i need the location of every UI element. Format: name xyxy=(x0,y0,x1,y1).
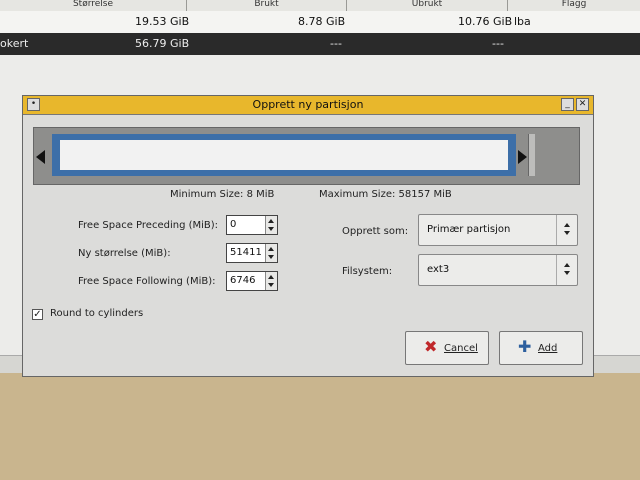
row-size: 19.53 GiB xyxy=(135,15,190,28)
close-icon[interactable]: ✕ xyxy=(576,98,589,111)
row-unused: --- xyxy=(492,37,504,50)
column-header-unused[interactable]: Ubrukt xyxy=(347,0,508,11)
row-size: 56.79 GiB xyxy=(135,37,190,50)
column-header-used[interactable]: Brukt xyxy=(187,0,347,11)
create-as-label: Opprett som: xyxy=(342,226,409,237)
new-size-label: Ny størrelse (MiB): xyxy=(78,248,171,259)
row-label: okert xyxy=(0,37,29,50)
table-row[interactable]: 19.53 GiB 8.78 GiB 10.76 GiB lba xyxy=(0,11,640,33)
free-space-following-value[interactable]: 6746 xyxy=(230,275,255,286)
new-size-value[interactable]: 51411 xyxy=(230,247,262,258)
free-space-following-spinner[interactable]: 6746 xyxy=(226,271,278,291)
combo-toggle-icon[interactable] xyxy=(556,255,577,285)
free-space-preceding-spinner[interactable]: 0 xyxy=(226,215,278,235)
column-header-flags[interactable]: Flagg xyxy=(508,0,640,11)
new-size-spinner[interactable]: 51411 xyxy=(226,243,278,263)
dialog-title: Opprett ny partisjon xyxy=(252,98,364,111)
free-space-following-block xyxy=(528,134,535,176)
cancel-button[interactable]: ✖ Cancel xyxy=(405,331,489,365)
maximum-size-label: Maximum Size: 58157 MiB xyxy=(319,189,452,200)
cancel-button-label: Cancel xyxy=(444,343,478,354)
free-space-following-label: Free Space Following (MiB): xyxy=(78,276,216,287)
free-space-preceding-label: Free Space Preceding (MiB): xyxy=(78,220,219,231)
free-space-preceding-value[interactable]: 0 xyxy=(230,219,236,230)
filesystem-value: ext3 xyxy=(427,264,450,275)
table-row-selected[interactable]: okert 56.79 GiB --- --- xyxy=(0,33,640,55)
resize-left-handle-icon[interactable] xyxy=(36,150,45,164)
spinner-arrows-icon[interactable] xyxy=(265,272,277,290)
create-as-combobox[interactable]: Primær partisjon xyxy=(418,214,578,246)
resize-right-handle-icon[interactable] xyxy=(518,150,527,164)
partition-visualizer[interactable] xyxy=(33,127,580,185)
new-partition-block[interactable] xyxy=(52,134,516,176)
create-as-value: Primær partisjon xyxy=(427,224,511,235)
spinner-arrows-icon[interactable] xyxy=(265,216,277,234)
row-used: 8.78 GiB xyxy=(298,15,346,28)
create-partition-dialog: • Opprett ny partisjon _ ✕ Minimum Size:… xyxy=(22,95,594,377)
combo-toggle-icon[interactable] xyxy=(556,215,577,245)
cancel-x-icon: ✖ xyxy=(424,337,438,356)
column-header-size[interactable]: Størrelse xyxy=(0,0,187,11)
partition-fill xyxy=(60,140,508,170)
filesystem-label: Filsystem: xyxy=(342,266,393,277)
row-unused: 10.76 GiB xyxy=(458,15,513,28)
round-to-cylinders-checkbox[interactable]: ✓ xyxy=(32,309,43,320)
add-plus-icon: ✚ xyxy=(518,337,532,356)
add-button[interactable]: ✚ Add xyxy=(499,331,583,365)
filesystem-combobox[interactable]: ext3 xyxy=(418,254,578,286)
spinner-arrows-icon[interactable] xyxy=(265,244,277,262)
round-to-cylinders-label[interactable]: Round to cylinders xyxy=(50,308,143,319)
minimum-size-label: Minimum Size: 8 MiB xyxy=(170,189,275,200)
dialog-titlebar[interactable]: • Opprett ny partisjon _ ✕ xyxy=(23,96,593,115)
row-used: --- xyxy=(330,37,342,50)
row-flags: lba xyxy=(514,15,531,28)
add-button-label: Add xyxy=(538,343,558,354)
minimize-icon[interactable]: _ xyxy=(561,98,574,111)
